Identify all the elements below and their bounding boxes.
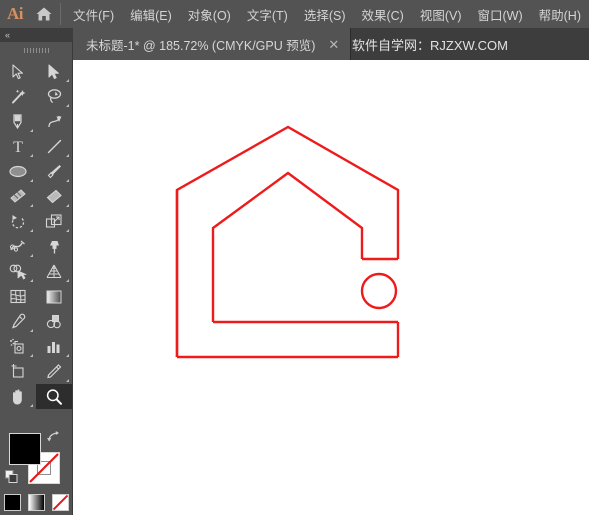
free-transform-tool[interactable] (36, 234, 72, 259)
ellipse-tool[interactable] (0, 159, 36, 184)
menu-item-list: 文件(F) 编辑(E) 对象(O) 文字(T) 选择(S) 效果(C) 视图(V… (65, 0, 589, 28)
door-knob-circle (360, 272, 398, 310)
tool-flyout-indicator (30, 154, 33, 157)
tool-flyout-indicator (66, 154, 69, 157)
blend-tool[interactable] (36, 309, 72, 334)
gradient-tool[interactable] (36, 284, 72, 309)
tool-flyout-indicator (30, 404, 33, 407)
fill-swatch[interactable] (9, 433, 41, 465)
hand-tool[interactable] (0, 384, 36, 409)
panel-collapse-button[interactable]: « (0, 28, 73, 42)
selection-tool[interactable] (0, 59, 36, 84)
menu-select[interactable]: 选择(S) (296, 0, 354, 28)
document-tab[interactable]: 未标题-1* @ 185.72% (CMYK/GPU 预览) ✕ (73, 28, 352, 60)
none-mode-swatch[interactable] (52, 493, 69, 511)
tool-flyout-indicator (66, 179, 69, 182)
magic-wand-tool[interactable] (0, 84, 36, 109)
color-mode-bar (0, 490, 73, 514)
eraser-tool[interactable] (36, 184, 72, 209)
tool-flyout-indicator (66, 229, 69, 232)
lasso-tool[interactable] (36, 84, 72, 109)
chevron-left-icon: « (5, 29, 10, 40)
watermark-text: 软件自学网：RJZXW.COM (352, 37, 508, 53)
scale-tool[interactable] (36, 209, 72, 234)
swap-fill-stroke-icon[interactable] (46, 430, 60, 444)
menu-help[interactable]: 帮助(H) (531, 0, 589, 28)
perspective-grid-tool[interactable] (36, 259, 72, 284)
document-tab-title: 未标题-1* @ 185.72% (CMYK/GPU 预览) (86, 38, 316, 53)
symbol-sprayer-tool[interactable] (0, 334, 36, 359)
tool-flyout-indicator (30, 279, 33, 282)
canvas-artboard[interactable] (73, 60, 589, 515)
document-tab-bar: 未标题-1* @ 185.72% (CMYK/GPU 预览) ✕ 软件自学网：R… (0, 28, 589, 60)
tool-flyout-indicator (30, 179, 33, 182)
tool-flyout-indicator (66, 79, 69, 82)
menu-view[interactable]: 视图(V) (412, 0, 470, 28)
home-icon[interactable] (30, 0, 58, 28)
illustrator-window: Ai 文件(F) 编辑(E) 对象(O) 文字(T) 选择(S) 效果(C) 视… (0, 0, 589, 515)
mesh-tool[interactable] (0, 284, 36, 309)
tool-flyout-indicator (30, 129, 33, 132)
inner-house-outline (211, 171, 364, 322)
tool-flyout-indicator (30, 354, 33, 357)
tool-flyout-indicator (30, 204, 33, 207)
default-colors-icon[interactable] (5, 470, 19, 484)
tools-panel: « T (0, 28, 73, 515)
menu-edit[interactable]: 编辑(E) (122, 0, 180, 28)
direct-selection-tool[interactable] (36, 59, 72, 84)
color-mode-swatch[interactable] (4, 493, 21, 511)
type-tool[interactable]: T (0, 134, 36, 159)
svg-text:T: T (13, 139, 23, 155)
menu-type[interactable]: 文字(T) (239, 0, 296, 28)
tool-flyout-indicator (66, 104, 69, 107)
shaper-tool[interactable] (0, 184, 36, 209)
ai-logo: Ai (6, 4, 23, 23)
menu-file[interactable]: 文件(F) (65, 0, 122, 28)
tool-flyout-indicator (66, 379, 69, 382)
tool-flyout-indicator (30, 329, 33, 332)
tool-flyout-indicator (66, 204, 69, 207)
artboard-tool[interactable] (0, 359, 36, 384)
line-segment-tool[interactable] (36, 134, 72, 159)
tool-flyout-indicator (30, 254, 33, 257)
column-graph-tool[interactable] (36, 334, 72, 359)
menu-divider (60, 3, 62, 25)
zoom-tool[interactable] (36, 384, 72, 409)
panel-drag-handle[interactable] (0, 42, 73, 58)
gradient-mode-swatch[interactable] (28, 493, 45, 511)
rotate-tool[interactable] (0, 209, 36, 234)
pen-tool[interactable] (0, 109, 36, 134)
tool-flyout-indicator (66, 354, 69, 357)
tool-flyout-indicator (30, 229, 33, 232)
menu-window[interactable]: 窗口(W) (470, 0, 531, 28)
eyedropper-tool[interactable] (0, 309, 36, 334)
curvature-tool[interactable] (36, 109, 72, 134)
shape-builder-tool[interactable] (0, 259, 36, 284)
tool-flyout-indicator (66, 279, 69, 282)
house-outline-drawing (175, 125, 400, 359)
menu-bar: Ai 文件(F) 编辑(E) 对象(O) 文字(T) 选择(S) 效果(C) 视… (0, 0, 589, 28)
tool-grid: T (0, 59, 73, 409)
width-tool[interactable] (0, 234, 36, 259)
paintbrush-tool[interactable] (36, 159, 72, 184)
close-icon[interactable]: ✕ (326, 38, 341, 51)
menu-object[interactable]: 对象(O) (180, 0, 239, 28)
slice-tool[interactable] (36, 359, 72, 384)
menu-effect[interactable]: 效果(C) (353, 0, 411, 28)
color-controls (0, 410, 73, 490)
